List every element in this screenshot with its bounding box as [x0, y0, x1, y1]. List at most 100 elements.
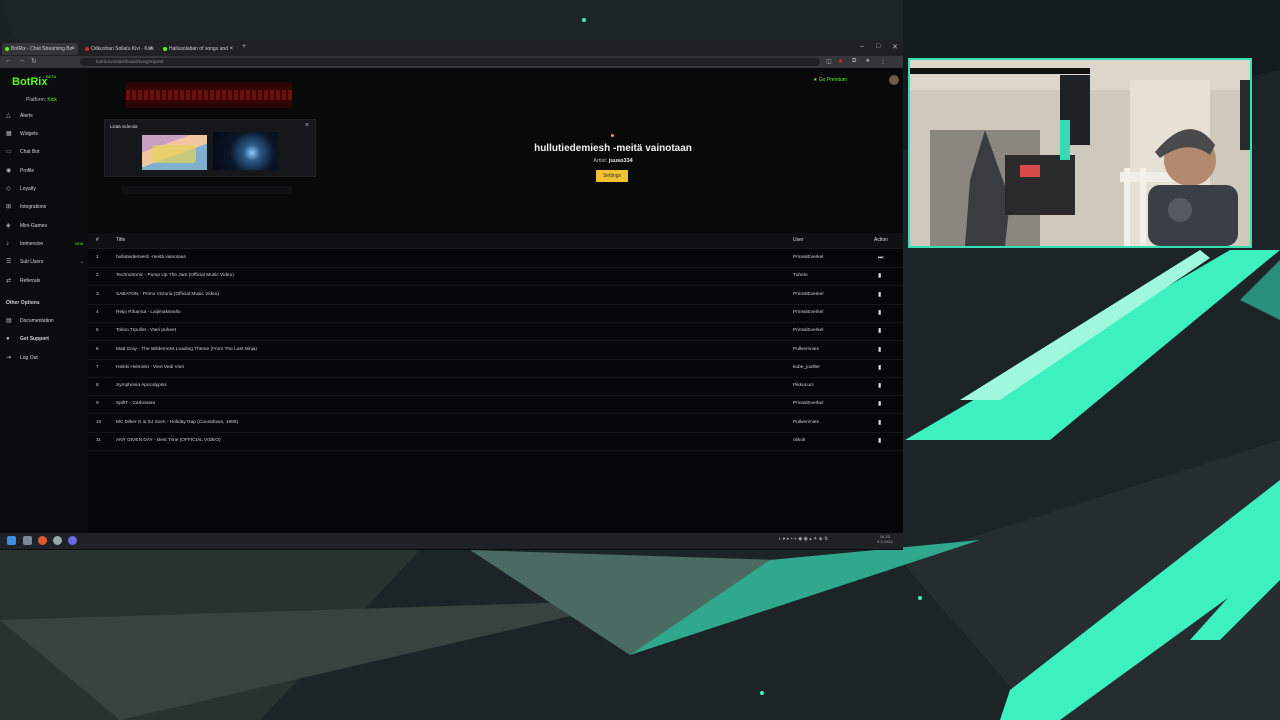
settings-button[interactable]: Settings: [596, 170, 628, 182]
webcam-feed: [908, 58, 1252, 248]
menu-icon[interactable]: ⋮: [880, 58, 886, 65]
sidebar-item-label: Alerts: [20, 113, 33, 119]
windows-start-icon[interactable]: [7, 536, 16, 545]
sidebar-item-label: Sub Users: [20, 259, 44, 265]
reload-icon[interactable]: ↻: [31, 57, 37, 65]
extensions-puzzle-icon[interactable]: ⧉: [852, 58, 856, 65]
discord-icon[interactable]: [68, 536, 77, 545]
forward-icon[interactable]: →: [18, 57, 25, 64]
row-number: 2: [96, 273, 99, 279]
current-song-title: hullutiedemiesh -meitä vainotaan: [534, 143, 692, 154]
clock[interactable]: 16.23 9.3.2024: [877, 534, 893, 544]
artist-value: juuso334: [608, 158, 633, 164]
row-user: Pullverimies: [793, 419, 819, 425]
status-dot-icon: [611, 134, 614, 137]
platform-label: Platform:: [26, 97, 47, 103]
trash-icon[interactable]: ▮: [878, 304, 881, 322]
video-thumbnail-cartoon[interactable]: [142, 135, 207, 170]
new-badge: NEW: [75, 242, 84, 246]
table-row: 11 ANY GIVEN DAY - Best Time (OFFICIAL VI…: [88, 432, 903, 451]
platform-indicator[interactable]: Platform: Kick: [26, 97, 57, 103]
sidebar-item-loyalty[interactable]: ◇ Loyalty: [6, 184, 86, 194]
profile-icon[interactable]: ●: [866, 58, 870, 64]
sidebar-item-immersion[interactable]: ♪ Immersion NEW: [6, 239, 86, 249]
avatar[interactable]: [889, 75, 899, 85]
close-icon[interactable]: ×: [305, 122, 309, 129]
sidebar-item-chat-bot[interactable]: ▭ Chat Bot: [6, 147, 86, 157]
sidebar-item-widgets[interactable]: ▦ Widgets: [6, 129, 86, 139]
row-user: PrinssiEverkel: [793, 328, 824, 334]
sidebar-item-get-support[interactable]: ● Get Support: [6, 334, 86, 344]
close-window-button[interactable]: ✕: [892, 43, 898, 51]
close-tab-icon[interactable]: ×: [229, 43, 233, 55]
tab-label: Hallusolaban of songs and: [169, 46, 228, 52]
firefox-icon[interactable]: [38, 536, 47, 545]
sidebar-item-label: Loyalty: [20, 186, 36, 192]
obs-icon[interactable]: [53, 536, 62, 545]
trash-icon[interactable]: ▮: [878, 359, 881, 377]
trash-icon[interactable]: ▮: [878, 414, 881, 432]
maximize-button[interactable]: □: [876, 43, 880, 50]
current-song-artist: Artist: juuso334: [508, 158, 718, 164]
row-user: PikkuLuci: [793, 383, 814, 389]
row-title: SpiltT - Carbonara: [116, 401, 156, 407]
play-next-icon[interactable]: ⏭: [878, 249, 883, 267]
row-number: 3: [96, 291, 99, 297]
tab-label: Odkushan Sollatu Kivi - Kick: [91, 46, 154, 52]
browser-tab-kick[interactable]: Odkushan Sollatu Kivi - Kick ×: [82, 43, 156, 55]
trash-icon[interactable]: ▮: [878, 322, 881, 340]
table-row: 8 Symphonia Apocalypsis PikkuLuci ▮: [88, 377, 903, 397]
trash-icon[interactable]: ▮: [878, 395, 881, 413]
sidebar-item-label: Log Out: [20, 355, 38, 361]
row-user: PrinssiEverkel: [793, 401, 824, 407]
doc-icon: ▤: [6, 318, 12, 324]
address-bar-row: ← → ↻ botrix.live/dashboard/songrequest …: [0, 56, 903, 68]
video-thumbnail-dark[interactable]: [213, 132, 278, 170]
sidebar-item-log-out[interactable]: ⇥ Log Out: [6, 353, 86, 363]
back-icon[interactable]: ←: [5, 57, 12, 64]
trash-icon[interactable]: ▮: [878, 267, 881, 285]
bookmark-star-icon[interactable]: ★: [838, 58, 843, 65]
trash-icon[interactable]: ▮: [878, 286, 881, 304]
sidebar-item-mini-games[interactable]: ◈ Mini-Games: [6, 221, 86, 231]
row-title: Heikki Helminki - Vieri Vedi Vieri: [116, 364, 185, 370]
close-tab-icon[interactable]: ×: [71, 43, 75, 55]
gamepad-icon: ◈: [6, 223, 11, 229]
platform-value: Kick: [47, 97, 57, 103]
go-premium-link[interactable]: ★ Go Premium: [813, 77, 847, 83]
row-number: 10: [96, 419, 102, 425]
url-input[interactable]: botrix.live/dashboard/songrequest: [80, 58, 820, 66]
sidebar-item-label: Profile: [20, 168, 35, 174]
sidebar-item-sub-users[interactable]: ☰ Sub Users ⌄: [6, 257, 86, 267]
sidebar-item-alerts[interactable]: △ Alerts: [6, 111, 86, 121]
user-icon: ◉: [6, 168, 12, 174]
sidebar-item-documentation[interactable]: ▤ Documentation: [6, 316, 86, 326]
botrix-logo[interactable]: BotRix: [12, 76, 47, 88]
sidebar-item-integrations[interactable]: ⊞ Integrations: [6, 202, 86, 212]
row-title: MC Miker G & DJ Sven - Holiday Rap (Coun…: [116, 419, 239, 425]
clock-date: 9.3.2024: [877, 539, 893, 544]
trash-icon[interactable]: ▮: [878, 377, 881, 395]
table-row: 9 SpiltT - Carbonara PrinssiEverkel ▮: [88, 395, 903, 415]
row-number: 1: [96, 255, 99, 260]
sidebar-item-label: Mini-Games: [20, 223, 47, 229]
trash-icon[interactable]: ▮: [878, 341, 881, 359]
share-icon: ⇄: [6, 278, 12, 284]
table-row: 10 MC Miker G & DJ Sven - Holiday Rap (Co…: [88, 414, 903, 433]
sidebar-item-profile[interactable]: ◉ Profile: [6, 166, 86, 176]
browser-tab-botrix[interactable]: BotRix - Chat Streaming Bo ×: [2, 43, 78, 55]
row-title: hullutiedemiesh -meitä vainotaan: [116, 255, 187, 260]
table-row: 6 Matt Gray - The Wilderness Loading Them…: [88, 341, 903, 360]
beta-badge: BETA: [46, 74, 57, 79]
sidebar-item-referrals[interactable]: ⇄ Referrals: [6, 276, 86, 286]
minimize-button[interactable]: –: [860, 43, 864, 50]
trash-icon[interactable]: ▮: [878, 432, 881, 450]
taskbar: ◖ ● ▸ ▪ ◗ ◆ ◉ ▴ ✦ ◈ ⇅ 16.23 9.3.2024: [0, 533, 903, 549]
new-tab-icon[interactable]: +: [242, 43, 246, 50]
close-tab-icon[interactable]: ×: [149, 43, 153, 55]
browser-tab-songs[interactable]: Hallusolaban of songs and ×: [160, 43, 236, 55]
system-tray-icons[interactable]: ◖ ● ▸ ▪ ◗ ◆ ◉ ▴ ✦ ◈ ⇅: [778, 536, 828, 542]
extension-icon[interactable]: ◫: [826, 58, 832, 65]
file-explorer-icon[interactable]: [23, 536, 32, 545]
sidebar-item-label: Integrations: [20, 204, 47, 210]
